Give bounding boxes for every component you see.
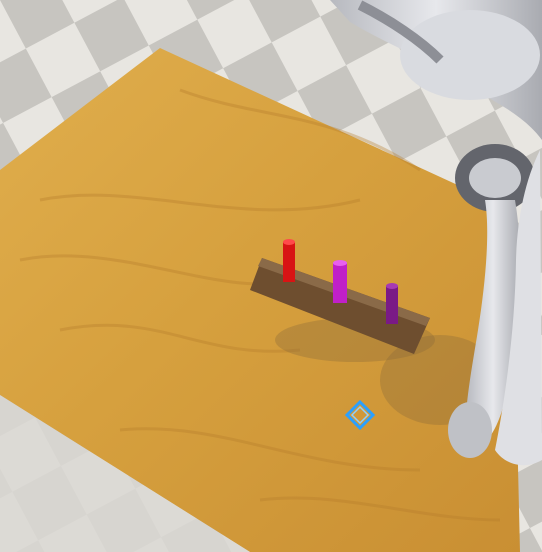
scene-svg bbox=[0, 0, 542, 552]
red-peg bbox=[283, 239, 295, 282]
purple-peg bbox=[386, 283, 398, 324]
simulation-viewport bbox=[0, 0, 542, 552]
magenta-peg bbox=[333, 260, 347, 303]
